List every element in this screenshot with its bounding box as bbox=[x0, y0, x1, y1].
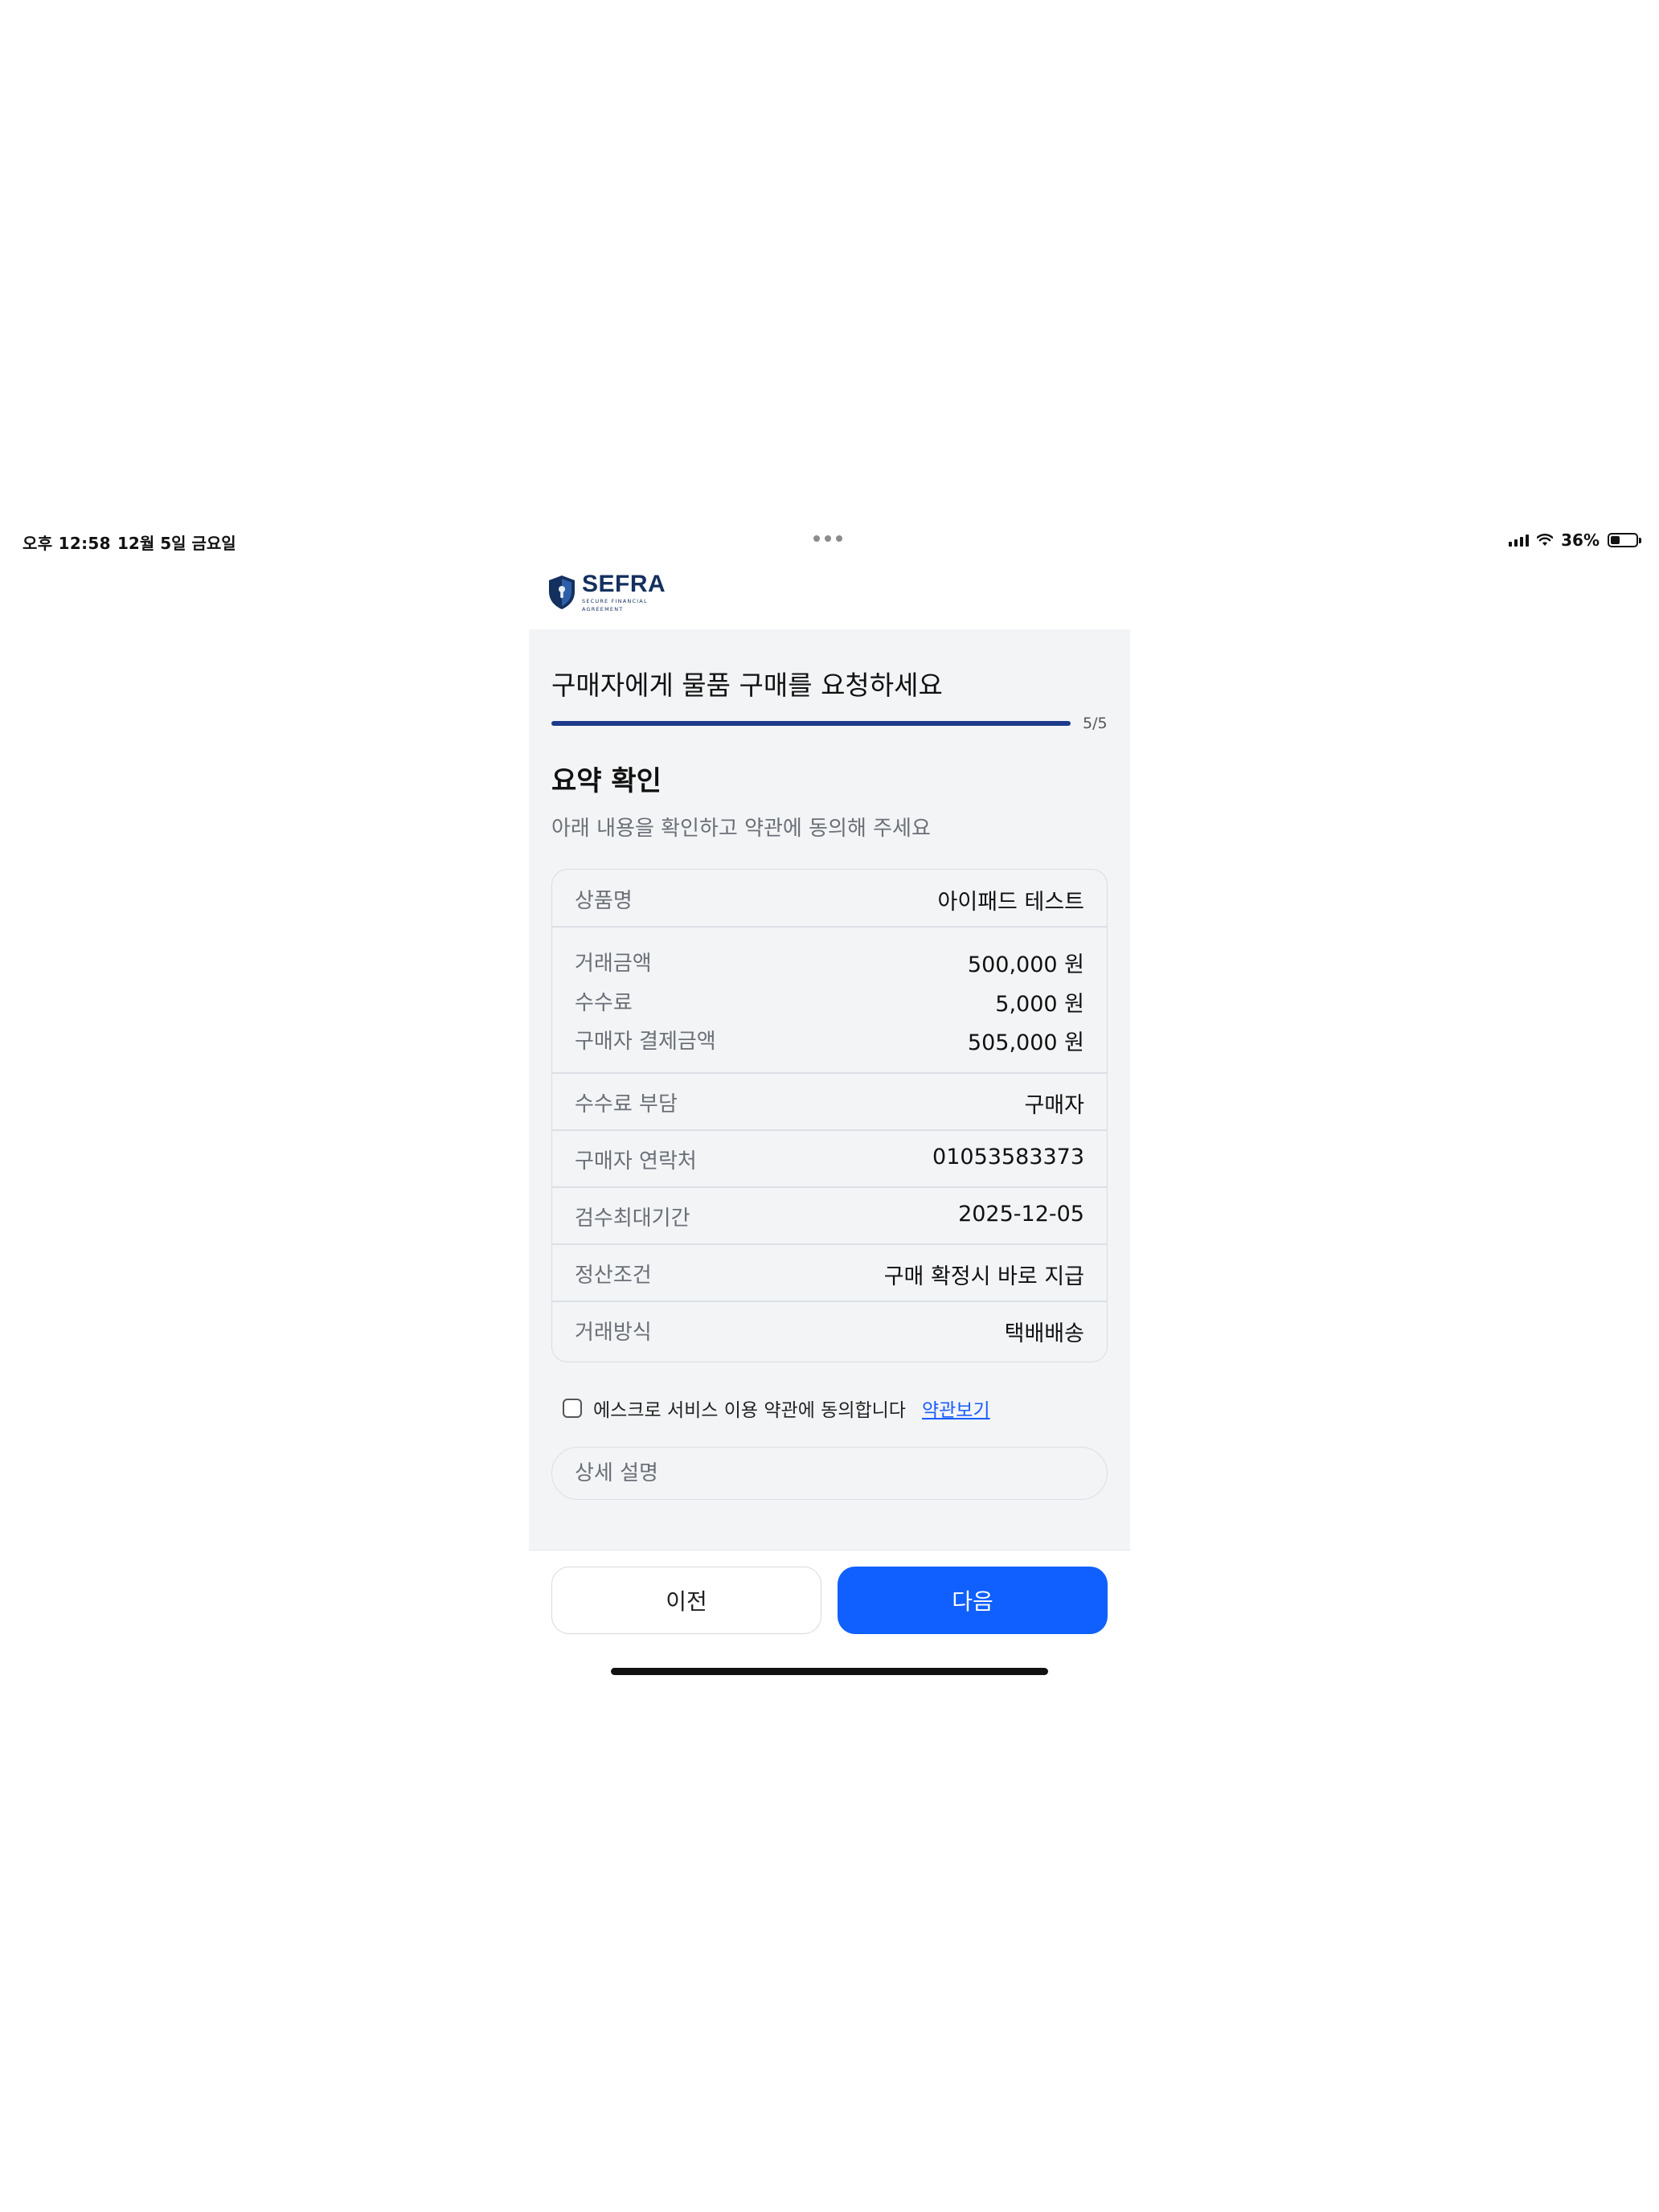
prev-button[interactable]: 이전 bbox=[551, 1567, 821, 1634]
fee-bearer-label: 수수료 부담 bbox=[575, 1092, 678, 1116]
settlement-value: 구매 확정시 바로 지급 bbox=[883, 1264, 1084, 1289]
divider bbox=[552, 1129, 1107, 1131]
divider bbox=[552, 1243, 1107, 1245]
terms-agreement: 에스크로 서비스 이용 약관에 동의합니다 약관보기 bbox=[563, 1395, 990, 1422]
status-bar: 오후 12:58 12월 5일 금요일 36% bbox=[0, 530, 1659, 556]
summary-row-settlement: 정산조건 구매 확정시 바로 지급 bbox=[552, 1259, 1107, 1289]
amount-value: 500,000 원 bbox=[967, 952, 1084, 977]
amount-label: 거래금액 bbox=[575, 952, 652, 976]
progress-step-text: 5/5 bbox=[1083, 715, 1108, 732]
summary-row-fee-bearer: 수수료 부담 구매자 bbox=[552, 1088, 1107, 1118]
sefra-logo: SEFRA SECURE FINANCIAL AGREEMENT bbox=[547, 572, 666, 612]
logo-title: SEFRA bbox=[582, 571, 666, 597]
logo-subtitle-line2: AGREEMENT bbox=[582, 606, 624, 612]
fee-bearer-value: 구매자 bbox=[1024, 1093, 1084, 1118]
payment-value: 505,000 원 bbox=[967, 1030, 1084, 1055]
battery-percent: 36% bbox=[1561, 530, 1600, 550]
summary-row-method: 거래방식 택배배송 bbox=[552, 1316, 1107, 1346]
logo-subtitle-line1: SECURE FINANCIAL bbox=[582, 598, 648, 604]
summary-row-inspection: 검수최대기간 2025-12-05 bbox=[552, 1202, 1107, 1231]
summary-row-payment: 구매자 결제금액 505,000 원 bbox=[552, 1025, 1107, 1055]
inspection-label: 검수최대기간 bbox=[575, 1206, 690, 1231]
contact-value: 01053583373 bbox=[932, 1145, 1084, 1169]
summary-row-product: 상품명 아이패드 테스트 bbox=[552, 884, 1107, 915]
section-title: 요약 확인 bbox=[551, 765, 662, 797]
terms-checkbox[interactable] bbox=[563, 1399, 582, 1418]
wifi-icon bbox=[1537, 534, 1554, 546]
section-description: 아래 내용을 확인하고 약관에 동의해 주세요 bbox=[551, 817, 931, 841]
settlement-label: 정산조건 bbox=[575, 1264, 652, 1288]
divider bbox=[552, 1072, 1107, 1074]
product-label: 상품명 bbox=[575, 889, 633, 913]
terms-agreement-text: 에스크로 서비스 이용 약관에 동의합니다 bbox=[593, 1400, 906, 1421]
summary-card: 상품명 아이패드 테스트 거래금액 500,000 원 수수료 5,000 원 … bbox=[551, 869, 1108, 1362]
cellular-signal-icon bbox=[1509, 534, 1530, 547]
fee-value: 5,000 원 bbox=[995, 992, 1084, 1017]
progress-bar bbox=[551, 721, 1071, 726]
divider bbox=[552, 926, 1107, 928]
method-value: 택배배송 bbox=[1004, 1321, 1084, 1346]
status-indicators: 36% bbox=[1509, 530, 1641, 550]
payment-label: 구매자 결제금액 bbox=[575, 1030, 716, 1054]
page-title: 구매자에게 물품 구매를 요청하세요 bbox=[551, 670, 943, 701]
home-indicator[interactable] bbox=[611, 1668, 1048, 1675]
divider bbox=[552, 1186, 1107, 1188]
shield-lock-icon bbox=[549, 576, 575, 609]
product-value: 아이패드 테스트 bbox=[937, 890, 1084, 915]
battery-icon bbox=[1608, 533, 1641, 547]
status-time: 오후 12:58 bbox=[23, 534, 111, 553]
summary-row-fee: 수수료 5,000 원 bbox=[552, 986, 1107, 1017]
status-date: 12월 5일 금요일 bbox=[117, 534, 236, 553]
next-button[interactable]: 다음 bbox=[838, 1567, 1108, 1634]
contact-label: 구매자 연락처 bbox=[575, 1149, 697, 1174]
inspection-value: 2025-12-05 bbox=[958, 1202, 1084, 1227]
multitasking-dots-icon[interactable] bbox=[813, 535, 842, 542]
summary-row-contact: 구매자 연락처 01053583373 bbox=[552, 1145, 1107, 1174]
divider bbox=[552, 1301, 1107, 1302]
method-label: 거래방식 bbox=[575, 1321, 652, 1345]
detail-description-input[interactable] bbox=[551, 1447, 1108, 1500]
summary-row-amount: 거래금액 500,000 원 bbox=[552, 947, 1107, 977]
fee-label: 수수료 bbox=[575, 991, 633, 1015]
view-terms-link[interactable]: 약관보기 bbox=[922, 1395, 990, 1422]
